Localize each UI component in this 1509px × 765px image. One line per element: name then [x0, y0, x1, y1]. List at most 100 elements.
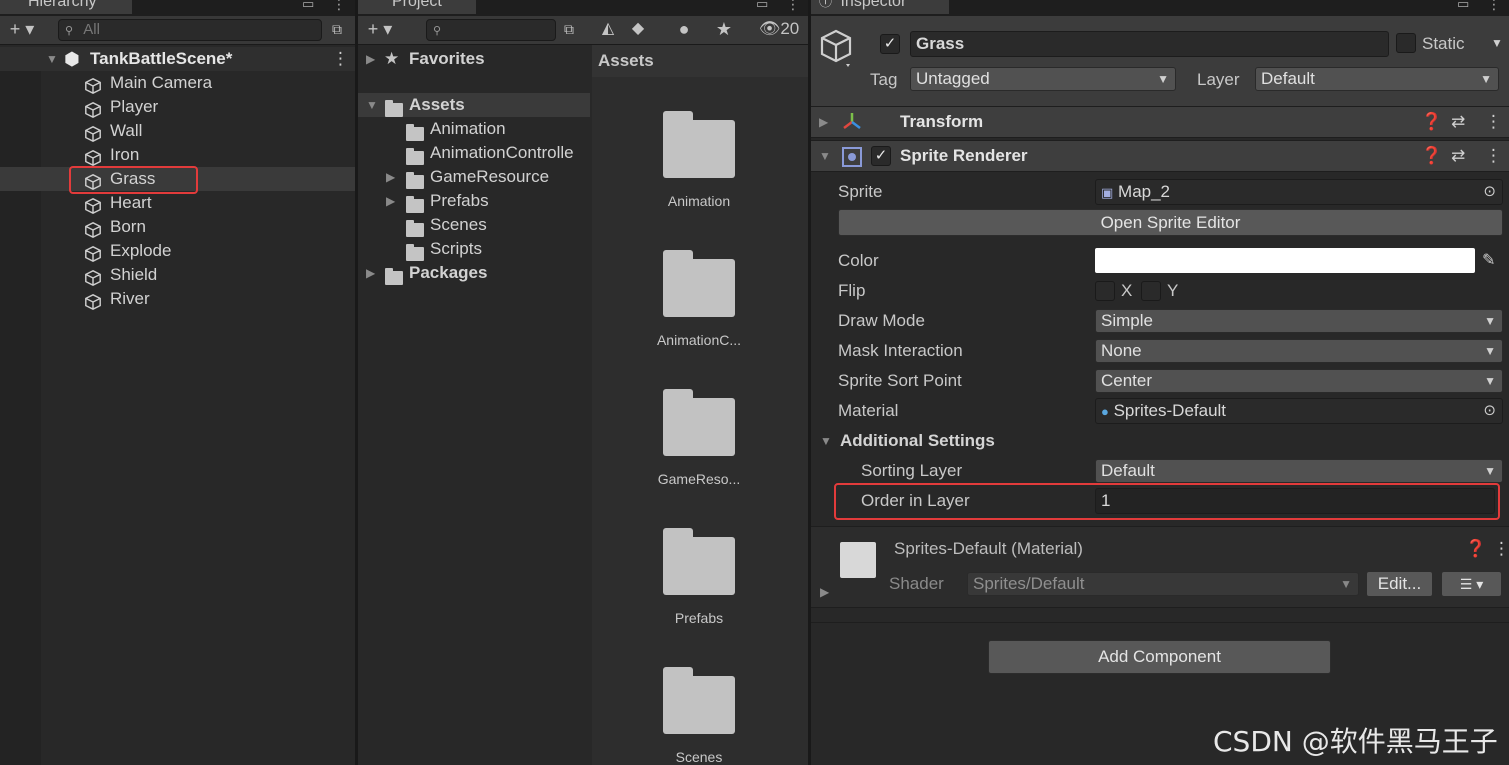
presets-icon[interactable]: ⇄ [1451, 146, 1465, 166]
help-icon[interactable]: ❓ [1421, 112, 1442, 132]
asset-grid-label[interactable]: Animation [624, 193, 774, 209]
project-tab[interactable]: Project [358, 0, 476, 14]
folder-expand-arrow-icon[interactable]: ▶ [386, 165, 395, 189]
static-dropdown-arrow-icon[interactable]: ▼ [1491, 36, 1503, 50]
transform-header[interactable]: ▶ Transform ❓ ⇄ ⋮ [811, 106, 1509, 138]
favorite-star-icon[interactable]: ★ [710, 18, 738, 40]
sprite-sort-point-dropdown[interactable]: Center ▼ [1095, 369, 1503, 393]
component-menu-icon[interactable]: ⋮ [1485, 146, 1502, 166]
asset-folder-row[interactable]: Scripts [358, 237, 590, 261]
expand-arrow-icon[interactable]: ▶ [819, 115, 828, 129]
draw-mode-dropdown[interactable]: Simple ▼ [1095, 309, 1503, 333]
tag-dropdown[interactable]: Untagged ▼ [910, 67, 1176, 91]
shader-dropdown[interactable]: Sprites/Default ▼ [967, 572, 1359, 596]
mask-interaction-dropdown[interactable]: None ▼ [1095, 339, 1503, 363]
static-checkbox[interactable] [1396, 33, 1416, 53]
lock-icon[interactable]: ▭ [302, 0, 314, 12]
lock-icon[interactable]: ▭ [1457, 0, 1469, 12]
more-options-icon[interactable]: ⋮ [1487, 0, 1501, 13]
more-options-icon[interactable]: ⋮ [786, 0, 800, 13]
folder-expand-arrow-icon[interactable]: ▶ [386, 189, 395, 213]
additional-settings-arrow-icon[interactable]: ▼ [820, 434, 832, 448]
sorting-layer-dropdown[interactable]: Default ▼ [1095, 459, 1503, 483]
color-swatch[interactable] [1095, 248, 1475, 273]
favorites-expand-arrow-icon[interactable]: ▶ [366, 47, 375, 71]
edit-shader-button[interactable]: Edit... [1366, 571, 1433, 597]
asset-folder-row[interactable]: ▶ GameResource [358, 165, 590, 189]
packages-row[interactable]: ▶ Packages [358, 261, 590, 285]
material-expand-arrow-icon[interactable]: ▶ [820, 585, 829, 599]
add-component-button[interactable]: Add Component [988, 640, 1331, 674]
help-icon[interactable]: ❓ [1421, 146, 1442, 166]
mask-interaction-value: None [1101, 341, 1142, 360]
hierarchy-item[interactable]: Iron [0, 143, 355, 167]
eyedropper-icon[interactable]: ✎ [1482, 250, 1495, 270]
active-checkbox[interactable]: ✓ [880, 34, 900, 54]
help-icon[interactable]: ❓ [1465, 539, 1486, 559]
component-menu-icon[interactable]: ⋮ [1493, 539, 1509, 559]
asset-grid-label[interactable]: Scenes [624, 749, 774, 765]
more-options-icon[interactable]: ⋮ [332, 0, 346, 13]
hierarchy-item[interactable]: Heart [0, 191, 355, 215]
flip-x-checkbox[interactable] [1095, 281, 1115, 301]
collapse-arrow-icon[interactable]: ▼ [819, 149, 831, 163]
hierarchy-search-input[interactable]: ⚲ All [58, 19, 322, 41]
scene-menu-icon[interactable]: ⋮ [332, 47, 349, 71]
asset-folder-row[interactable]: AnimationControlle [358, 141, 590, 165]
additional-settings-label[interactable]: Additional Settings [840, 431, 995, 451]
asset-folder-row[interactable]: Scenes [358, 213, 590, 237]
hierarchy-item[interactable]: Player [0, 95, 355, 119]
folder-icon[interactable] [663, 528, 735, 595]
presets-icon[interactable]: ⇄ [1451, 112, 1465, 132]
asset-grid-label[interactable]: GameReso... [624, 471, 774, 487]
hierarchy-tab[interactable]: Hierarchy [0, 0, 132, 14]
assets-expand-arrow-icon[interactable]: ▼ [366, 93, 378, 117]
favorites-row[interactable]: ▶ ★ Favorites [358, 47, 590, 71]
lock-icon[interactable]: ▭ [756, 0, 768, 12]
warning-icon[interactable]: ● [670, 18, 698, 40]
asset-grid-label[interactable]: Prefabs [624, 610, 774, 626]
filter-by-label-icon[interactable]: ◆ [624, 18, 652, 40]
chevron-down-icon: ▼ [1480, 72, 1492, 86]
inspector-tab[interactable]: ⓘ Inspector [811, 0, 949, 14]
search-by-type-icon[interactable]: ⧉ [558, 18, 580, 40]
search-options-icon[interactable]: ⧉ [326, 18, 348, 40]
hierarchy-item[interactable]: Shield [0, 263, 355, 287]
draw-mode-label: Draw Mode [838, 311, 925, 330]
sprite-renderer-header[interactable]: ▼ ✓ Sprite Renderer ❓ ⇄ ⋮ [811, 140, 1509, 172]
component-menu-icon[interactable]: ⋮ [1485, 112, 1502, 132]
scene-row[interactable]: ▼ ⬢ TankBattleScene* ⋮ [0, 47, 355, 71]
hierarchy-item[interactable]: Explode [0, 239, 355, 263]
shader-options-button[interactable]: ☰ ▾ [1441, 571, 1502, 597]
hierarchy-item[interactable]: Wall [0, 119, 355, 143]
asset-folder-row[interactable]: Animation [358, 117, 590, 141]
packages-expand-arrow-icon[interactable]: ▶ [366, 261, 375, 285]
open-sprite-editor-button[interactable]: Open Sprite Editor [838, 209, 1503, 236]
asset-folder-label: Scripts [430, 239, 482, 258]
folder-icon[interactable] [663, 111, 735, 178]
hierarchy-item[interactable]: River [0, 287, 355, 311]
sprite-field[interactable]: ▣ Map_2 ⊙ [1095, 179, 1503, 205]
hierarchy-item[interactable]: Main Camera [0, 71, 355, 95]
folder-icon[interactable] [663, 667, 735, 734]
asset-grid-label[interactable]: AnimationC... [624, 332, 774, 348]
folder-icon[interactable] [663, 250, 735, 317]
scene-expand-arrow-icon[interactable]: ▼ [46, 47, 58, 71]
project-search-input[interactable]: ⚲ [426, 19, 556, 41]
object-picker-icon[interactable]: ⊙ [1483, 180, 1496, 204]
object-picker-icon[interactable]: ⊙ [1483, 399, 1496, 423]
filter-by-type-icon[interactable]: ◭ [594, 18, 622, 40]
object-name-field[interactable]: Grass [910, 31, 1389, 57]
hierarchy-item[interactable]: Born [0, 215, 355, 239]
assets-row[interactable]: ▼ Assets [358, 93, 590, 117]
asset-folder-row[interactable]: ▶ Prefabs [358, 189, 590, 213]
layer-dropdown[interactable]: Default ▼ [1255, 67, 1499, 91]
folder-icon[interactable] [663, 389, 735, 456]
create-icon[interactable]: + ▾ [360, 18, 400, 40]
flip-y-checkbox[interactable] [1141, 281, 1161, 301]
add-icon[interactable]: + ▾ [2, 18, 42, 40]
material-field[interactable]: ● Sprites-Default ⊙ [1095, 398, 1503, 424]
sprite-renderer-enabled-checkbox[interactable]: ✓ [871, 146, 891, 166]
assets-label: Assets [409, 95, 465, 114]
hidden-packages-icon[interactable]: 👁20 [750, 18, 808, 40]
